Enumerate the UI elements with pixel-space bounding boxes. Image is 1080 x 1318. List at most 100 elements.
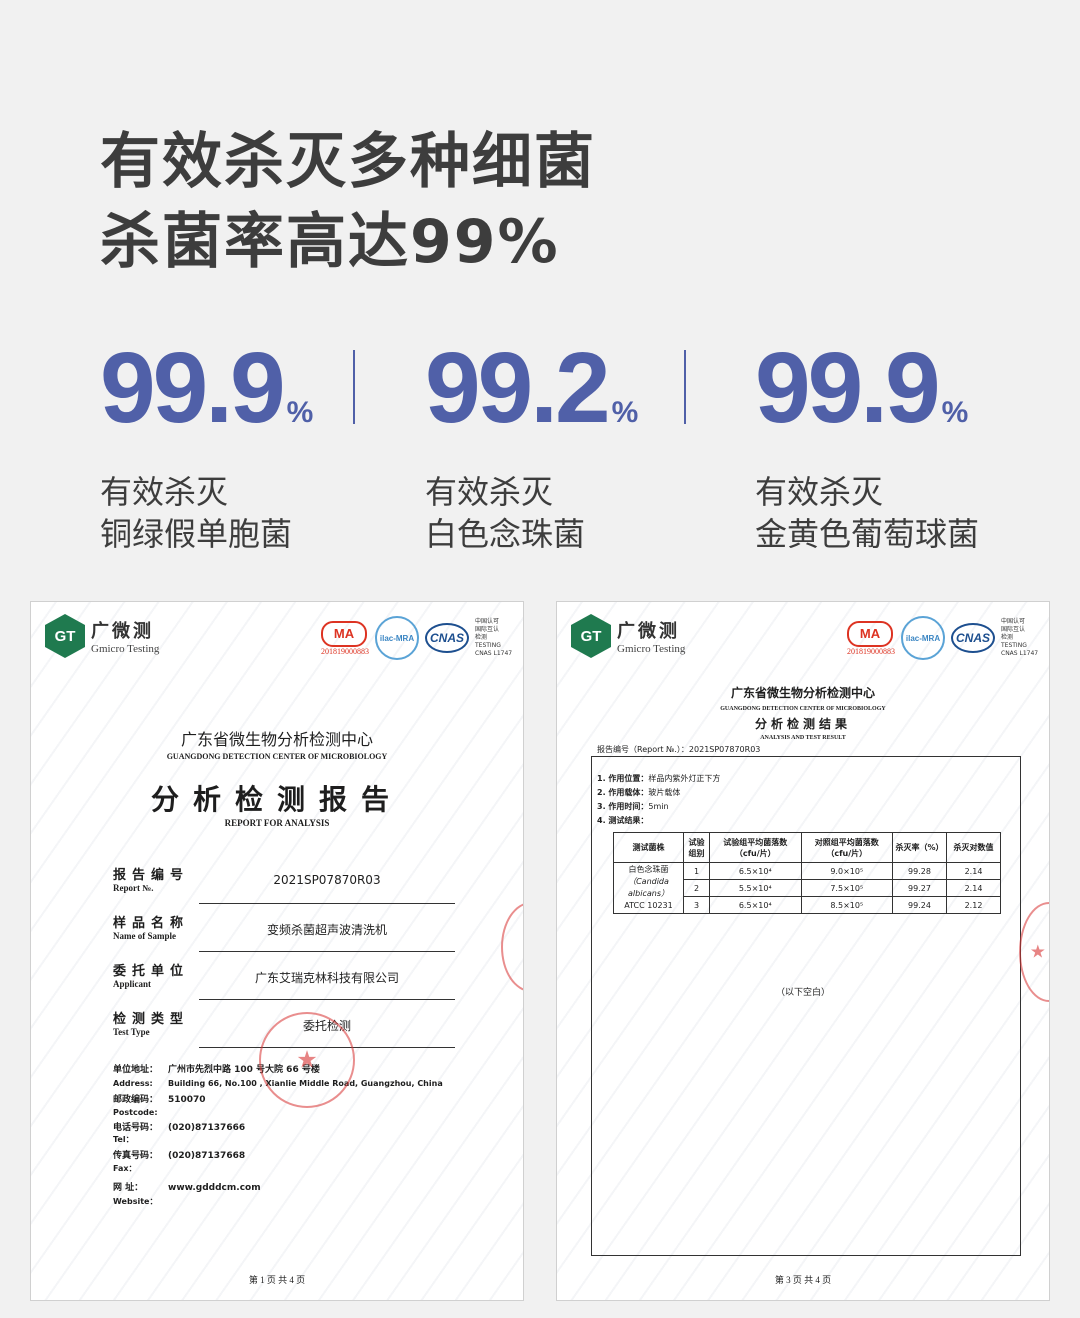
table-cell: 2.14 bbox=[946, 862, 1001, 880]
field-test-type: 检测类型 Test Type bbox=[113, 1012, 190, 1037]
stat-unit: % bbox=[611, 396, 639, 429]
stat-1: 99.9% 有效杀灭 铜绿假单胞菌 bbox=[100, 338, 313, 555]
cma-number: 201819000883 bbox=[321, 646, 369, 656]
cnas-text: 中国认可 国际互认 检测 TESTING CNAS L1747 bbox=[475, 618, 513, 657]
logo-cn: 广微测 bbox=[617, 621, 680, 642]
stat-desc-line-1: 有效杀灭 bbox=[425, 473, 554, 511]
stat-unit: % bbox=[286, 396, 314, 429]
col-header: 试验组平均菌落数（cfu/片） bbox=[709, 832, 802, 863]
field-underline bbox=[199, 951, 455, 952]
table-cell: 99.24 bbox=[892, 896, 947, 914]
org-name-cn: 广东省微生物分析检测中心 bbox=[730, 686, 875, 700]
table-cell: 7.5×10⁵ bbox=[800, 879, 893, 897]
cert-logos: MA 201819000883 ilac-MRA CNAS 中国认可 国际互认 检测 T… bbox=[847, 616, 1038, 660]
col-header: 对照组平均菌落数（cfu/片） bbox=[800, 832, 893, 863]
gt-logo-icon: GT bbox=[45, 614, 85, 658]
result-item: 1. 作用位置：样品内紫外灯正下方 bbox=[597, 774, 721, 783]
stat-value: 99.9 bbox=[100, 332, 286, 444]
result-item: 3. 作用时间：5min bbox=[597, 802, 669, 811]
org-name-cn: 广东省微生物分析检测中心 bbox=[180, 730, 373, 749]
col-header: 试验组别 bbox=[683, 832, 710, 863]
col-header: 杀灭对数值 bbox=[946, 832, 1001, 863]
table-cell: 6.5×10⁴ bbox=[709, 862, 802, 880]
stat-2: 99.2% 有效杀灭 白色念珠菌 bbox=[425, 338, 638, 555]
table-cell: 99.28 bbox=[892, 862, 947, 880]
table-header-row: 测试菌株 试验组别 试验组平均菌落数（cfu/片） 对照组平均菌落数（cfu/片… bbox=[613, 832, 1001, 863]
stat-unit: % bbox=[941, 396, 969, 429]
website-row: Website： bbox=[113, 1197, 158, 1206]
stat-value: 99.9 bbox=[755, 332, 941, 444]
cnas-logo-icon: CNAS bbox=[425, 623, 469, 653]
stat-desc-line-1: 有效杀灭 bbox=[755, 473, 884, 511]
strain-cell: 白色念珠菌 （Candida albicans） ATCC 10231 bbox=[613, 862, 684, 914]
blank-below-note: （以下空白） bbox=[775, 988, 830, 998]
result-item: 2. 作用载体：玻片载体 bbox=[597, 788, 681, 797]
stat-3: 99.9% 有效杀灭 金黄色葡萄球菌 bbox=[755, 338, 979, 555]
report-number: 报告编号（Report №.）：2021SP07870R03 bbox=[597, 745, 761, 754]
report-no-value: 2021SP07870R03 bbox=[273, 873, 381, 887]
cnas-logo-icon: CNAS bbox=[951, 623, 995, 653]
stat-desc-line-2: 白色念珠菌 bbox=[425, 515, 586, 553]
tel-row: 电话号码： (020)87137666 bbox=[113, 1123, 246, 1133]
headline: 有效杀灭多种细菌 杀菌率高达99% bbox=[100, 122, 596, 282]
cma-logo-icon: MA bbox=[847, 620, 893, 647]
field-underline bbox=[199, 903, 455, 904]
official-seal-icon: ★ bbox=[259, 1012, 355, 1108]
page-footer: 第 1 页 共 4 页 bbox=[248, 1275, 306, 1285]
report-title-en: REPORT FOR ANALYSIS bbox=[224, 818, 330, 828]
sample-name-value: 变频杀菌超声波清洗机 bbox=[266, 923, 387, 937]
cert-logos: MA 201819000883 ilac-MRA CNAS 中国认可 国际互认 检测 T… bbox=[321, 616, 512, 660]
stat-divider bbox=[684, 350, 686, 424]
field-sample-name: 样品名称 Name of Sample bbox=[113, 916, 190, 941]
cma-number: 201819000883 bbox=[847, 646, 895, 656]
results-table: 测试菌株 试验组别 试验组平均菌落数（cfu/片） 对照组平均菌落数（cfu/片… bbox=[613, 832, 1001, 914]
col-header: 测试菌株 bbox=[613, 832, 684, 863]
table-cell: 3 bbox=[683, 896, 710, 914]
table-cell: 2.12 bbox=[946, 896, 1001, 914]
table-row: 白色念珠菌 （Candida albicans） ATCC 10231 1 6.5×… bbox=[613, 862, 1001, 914]
stat-desc-line-2: 铜绿假单胞菌 bbox=[100, 515, 293, 553]
fax-row: Fax： bbox=[113, 1164, 137, 1173]
results-title-en: ANALYSIS AND TEST RESULT bbox=[760, 735, 846, 741]
postcode-row: Postcode: bbox=[113, 1108, 158, 1117]
table-cell: 5.5×10⁴ bbox=[709, 879, 802, 897]
cma-logo-icon: MA bbox=[321, 620, 367, 647]
table-cell: 2.14 bbox=[946, 879, 1001, 897]
stat-divider bbox=[353, 350, 355, 424]
logo-en: Gmicro Testing bbox=[617, 643, 686, 655]
field-underline bbox=[199, 999, 455, 1000]
ilac-mra-icon: ilac-MRA bbox=[375, 616, 419, 660]
cnas-text: 中国认可 国际互认 检测 TESTING CNAS L1747 bbox=[1001, 618, 1039, 657]
stat-value: 99.2 bbox=[425, 332, 611, 444]
fax-row: 传真号码： (020)87137668 bbox=[113, 1151, 246, 1161]
table-cell: 8.5×10⁵ bbox=[800, 896, 893, 914]
report-cover-page: GT 广微测 Gmicro Testing MA 201819000883 ilac… bbox=[30, 601, 524, 1301]
company-logo: GT 广微测 Gmicro Testing bbox=[45, 614, 159, 658]
page-footer: 第 3 页 共 4 页 bbox=[774, 1275, 832, 1285]
company-logo: GT 广微测 Gmicro Testing bbox=[571, 614, 685, 658]
logo-cn: 广微测 bbox=[91, 621, 154, 642]
field-applicant: 委托单位 Applicant bbox=[113, 964, 190, 989]
stat-desc-line-1: 有效杀灭 bbox=[100, 473, 229, 511]
applicant-value: 广东艾瑞克林科技有限公司 bbox=[254, 971, 399, 985]
ilac-mra-icon: ilac-MRA bbox=[901, 616, 945, 660]
field-report-no: 报告编号 Report №. bbox=[113, 868, 190, 893]
table-cell: 99.27 bbox=[892, 879, 947, 897]
postcode-row: 邮政编码： 510070 bbox=[113, 1095, 206, 1105]
stat-desc-line-2: 金黄色葡萄球菌 bbox=[755, 515, 980, 553]
report-title-cn: 分析检测报告 bbox=[150, 783, 403, 816]
report-results-page: GT 广微测 Gmicro Testing MA 201819000883 ilac… bbox=[556, 601, 1050, 1301]
results-title-cn: 分析检测结果 bbox=[754, 717, 851, 731]
table-cell: 1 bbox=[683, 862, 710, 880]
org-name-en: GUANGDONG DETECTION CENTER OF MICROBIOLO… bbox=[166, 752, 388, 761]
org-name-en: GUANGDONG DETECTION CENTER OF MICROBIOLO… bbox=[720, 706, 886, 712]
headline-line-1: 有效杀灭多种细菌 bbox=[100, 127, 596, 197]
website-row: 网 址： www.gdddcm.com bbox=[113, 1183, 261, 1193]
results-frame bbox=[591, 756, 1021, 1256]
result-item: 4. 测试结果： bbox=[597, 816, 649, 825]
gt-logo-icon: GT bbox=[571, 614, 611, 658]
tel-row: Tel： bbox=[113, 1135, 134, 1144]
logo-en: Gmicro Testing bbox=[91, 643, 160, 655]
table-cell: 9.0×10⁵ bbox=[800, 862, 893, 880]
col-header: 杀灭率（%） bbox=[892, 832, 947, 863]
